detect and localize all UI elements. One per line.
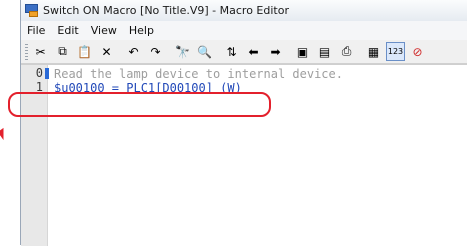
toolbar-grip[interactable] [25, 43, 28, 60]
register-button[interactable]: ▣ [293, 42, 312, 61]
cut-button[interactable]: ✂ [31, 42, 50, 61]
paste-icon: 📋 [77, 44, 92, 59]
copy-icon: ⧉ [58, 44, 67, 58]
menu-bar: File Edit View Help [21, 21, 467, 41]
undo-icon: ↶ [128, 44, 139, 59]
menu-view[interactable]: View [85, 21, 123, 40]
toolbar: ✂ ⧉ 📋 ✕ ↶ ↷ 🔭 🔍 ⇅ ⬅ ➡ ▣ ▤ ⎙ ▦ 123 ⊘ [21, 40, 467, 64]
layout-button[interactable]: ▦ [364, 42, 383, 61]
replace-button[interactable]: 🔍 [195, 42, 214, 61]
line-number-button[interactable]: 123 [386, 42, 405, 61]
macro-editor-window: Switch ON Macro [No Title.V9] - Macro Ed… [20, 0, 467, 246]
back-button[interactable]: ⬅ [244, 42, 263, 61]
line-caret-marker [45, 68, 49, 79]
undo-button[interactable]: ↶ [124, 42, 143, 61]
find-button[interactable]: 🔭 [173, 42, 192, 61]
layout-icon: ▦ [367, 44, 380, 59]
copy-button[interactable]: ⧉ [53, 42, 72, 61]
register-icon: ▣ [296, 44, 309, 59]
print-button[interactable]: ⎙ [337, 42, 356, 61]
menu-help[interactable]: Help [123, 21, 160, 40]
window-title: Switch ON Macro [No Title.V9] - Macro Ed… [43, 4, 289, 17]
replace-icon: 🔍 [197, 44, 212, 59]
back-icon: ⬅ [248, 44, 259, 59]
stop-button[interactable]: ⊘ [408, 42, 427, 61]
go-to-button[interactable]: ⇅ [222, 42, 241, 61]
go-to-icon: ⇅ [226, 44, 237, 59]
title-bar[interactable]: Switch ON Macro [No Title.V9] - Macro Ed… [21, 0, 467, 22]
delete-button[interactable]: ✕ [97, 42, 116, 61]
macro-editor-app-icon [25, 4, 38, 17]
menu-edit[interactable]: Edit [51, 21, 84, 40]
print-icon: ⎙ [341, 44, 352, 58]
forward-icon: ➡ [270, 44, 281, 59]
line-number: 0 [35, 66, 43, 80]
check-button[interactable]: ▤ [315, 42, 334, 61]
check-icon: ▤ [318, 44, 331, 59]
stop-icon: ⊘ [412, 44, 423, 59]
forward-button[interactable]: ➡ [266, 42, 285, 61]
highlight-annotation-oval [8, 92, 271, 117]
redo-button[interactable]: ↷ [146, 42, 165, 61]
menu-file[interactable]: File [21, 21, 51, 40]
delete-icon: ✕ [101, 44, 112, 59]
code-line-comment[interactable]: Read the lamp device to internal device. [54, 67, 343, 81]
line-number-icon: 123 [387, 47, 404, 56]
cut-icon: ✂ [35, 44, 46, 59]
redo-icon: ↷ [150, 44, 161, 59]
paste-button[interactable]: 📋 [75, 42, 94, 61]
find-icon: 🔭 [175, 44, 190, 59]
highlight-pointer-arrow [0, 127, 10, 141]
